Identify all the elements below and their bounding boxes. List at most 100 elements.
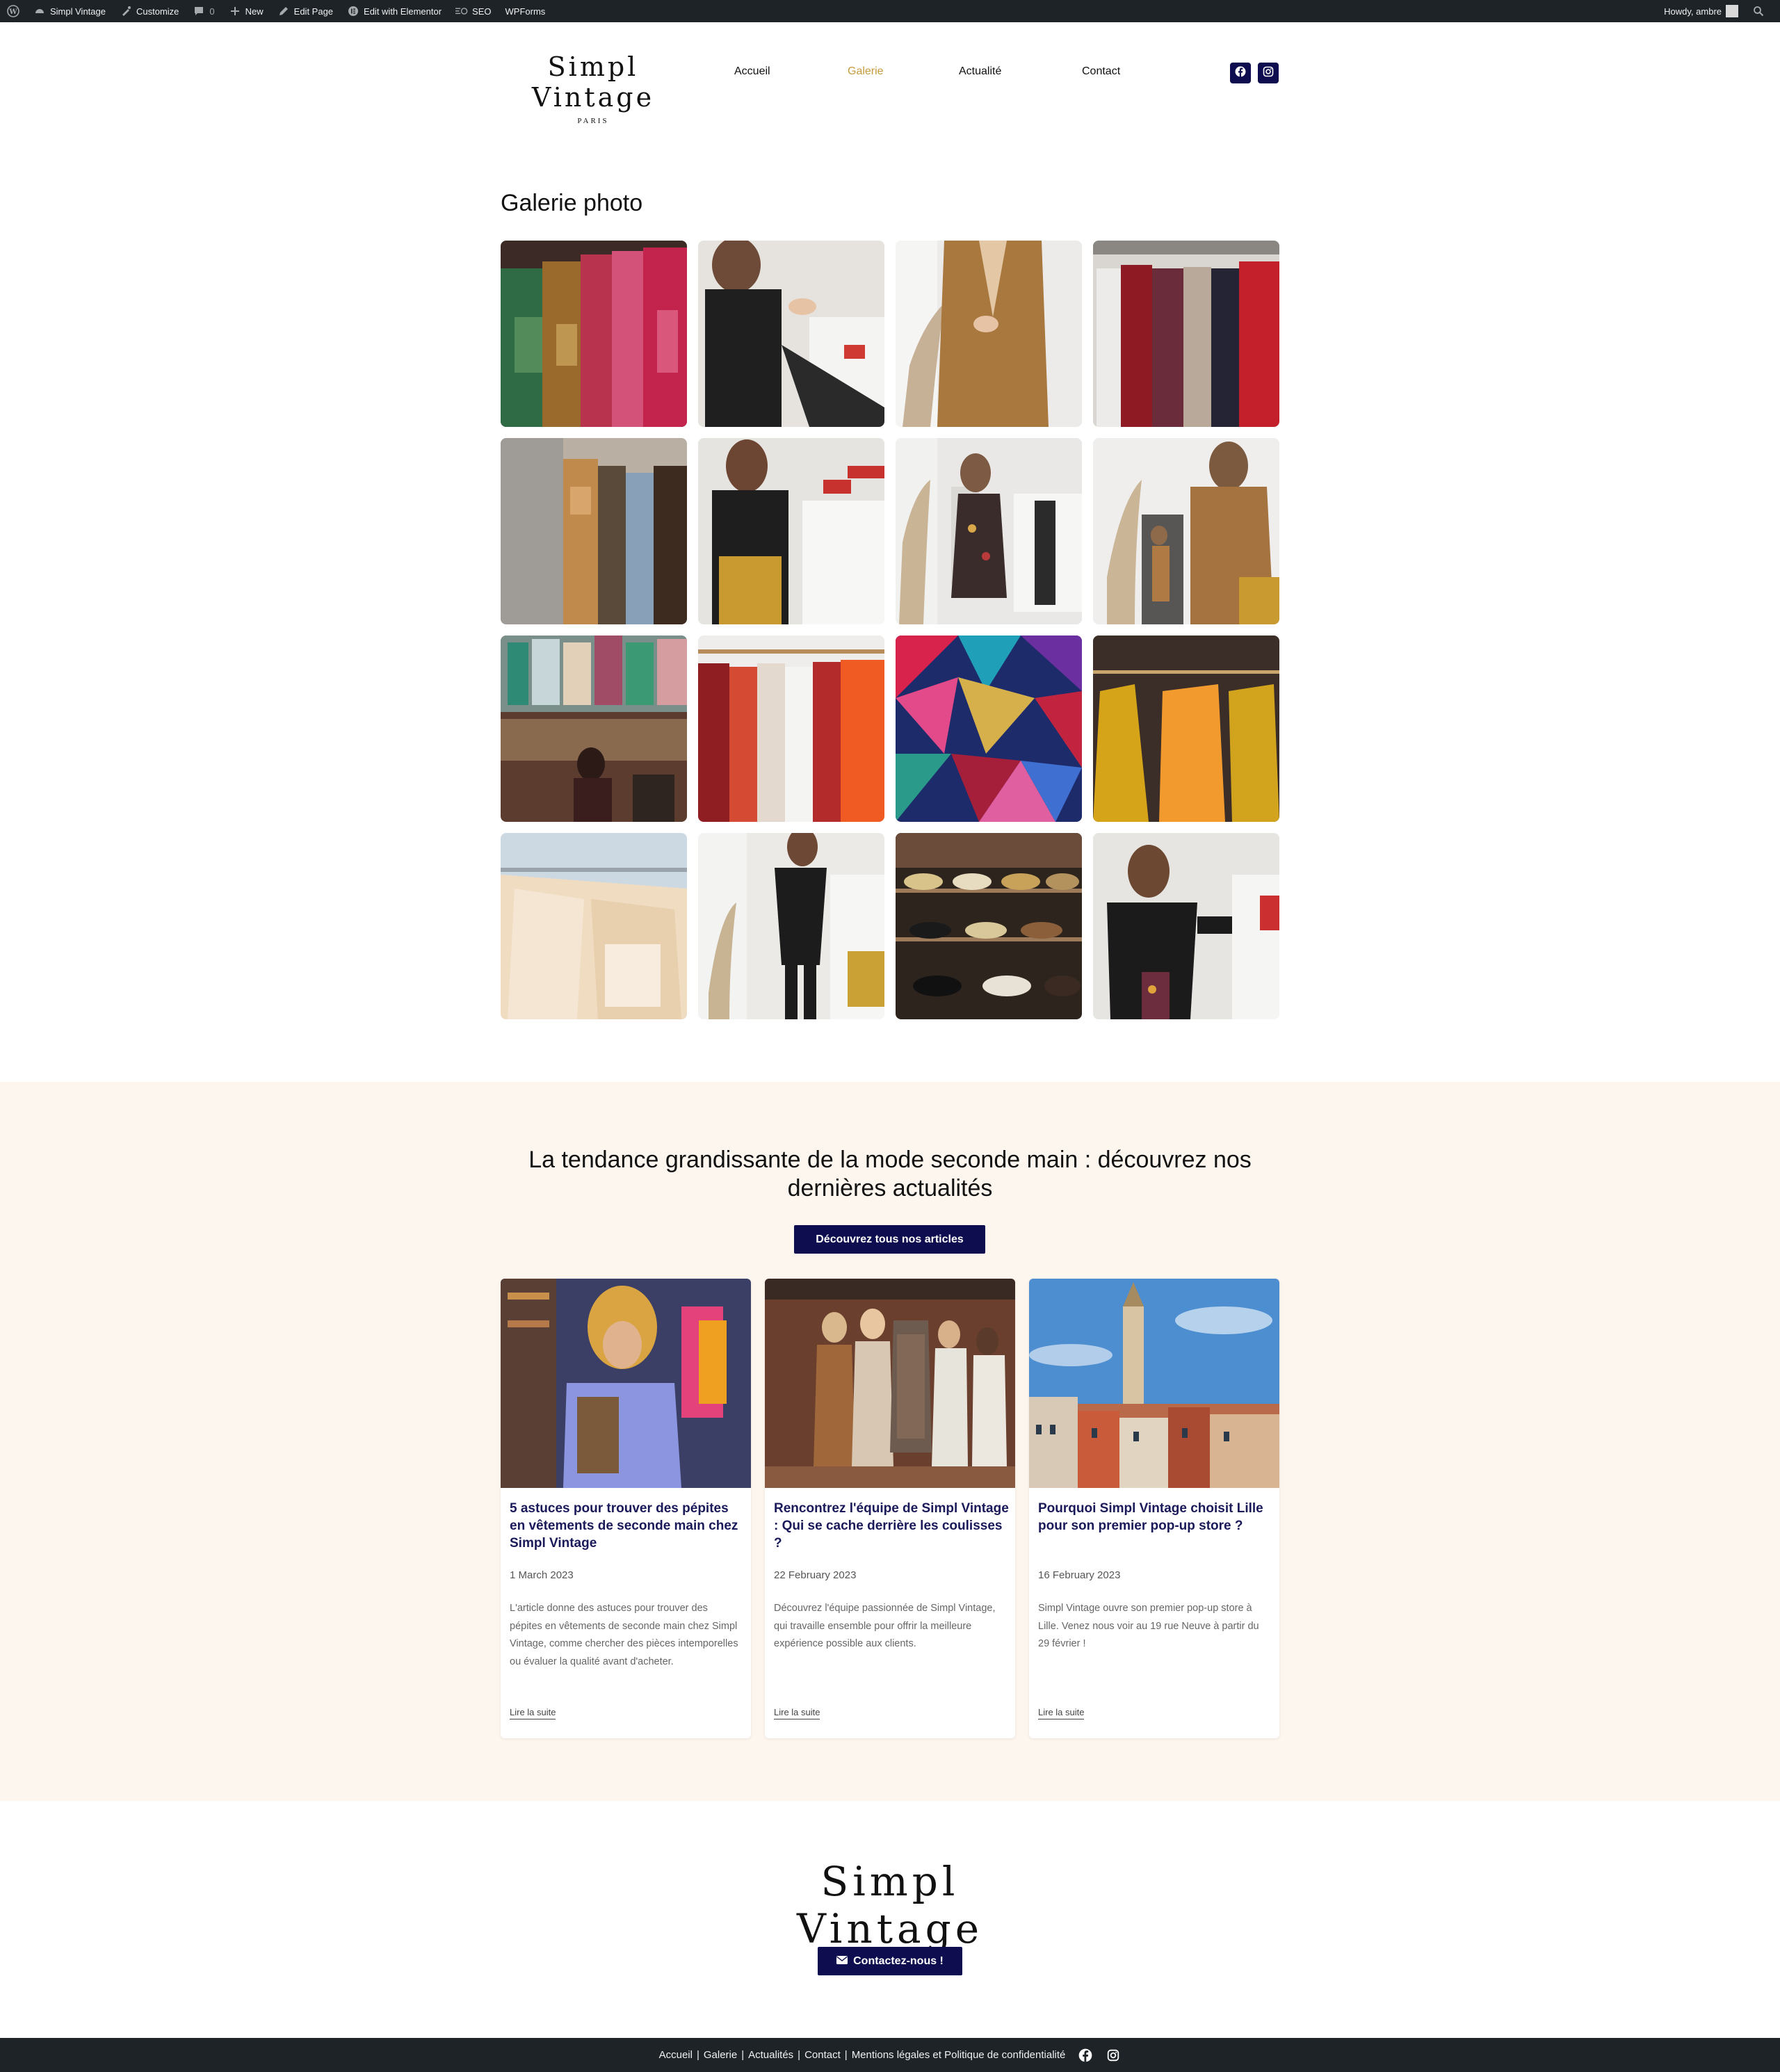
article-image-shopping: [501, 1279, 751, 1488]
news-section: La tendance grandissante de la mode seco…: [0, 1082, 1780, 1801]
footer-link-galerie[interactable]: Galerie: [704, 2049, 737, 2061]
wordpress-menu[interactable]: W: [0, 0, 26, 22]
gallery-photo[interactable]: [501, 241, 687, 427]
logo-name: Simpl Vintage: [531, 51, 655, 113]
gallery-photo[interactable]: [501, 438, 687, 624]
footer-facebook-icon[interactable]: [1078, 2048, 1093, 2063]
admin-edit-page[interactable]: Edit Page: [270, 0, 340, 22]
read-more-link[interactable]: Lire la suite: [510, 1707, 556, 1719]
nav-accueil[interactable]: Accueil: [734, 65, 770, 78]
gallery-photo[interactable]: [896, 636, 1082, 822]
read-more-link[interactable]: Lire la suite: [1038, 1707, 1085, 1719]
brush-icon: [120, 5, 132, 17]
svg-text:W: W: [8, 8, 17, 16]
gallery-photo[interactable]: [1093, 241, 1279, 427]
gallery-photo[interactable]: [698, 438, 884, 624]
colorful-shirts-image: [501, 241, 687, 427]
site-header: Simpl Vintage PARIS Accueil Galerie Actu…: [0, 22, 1780, 127]
admin-bar: W Simpl Vintage Customize 0 New Edit Pag…: [0, 0, 1780, 22]
wpforms-label: WPForms: [505, 6, 546, 17]
thrift-store-image: [501, 636, 687, 822]
nav-galerie[interactable]: Galerie: [848, 65, 884, 78]
woman-blazer-image: [698, 833, 884, 1019]
article-card[interactable]: 5 astuces pour trouver des pépites en vê…: [501, 1279, 751, 1738]
facebook-icon: [1235, 66, 1246, 81]
edit-page-label: Edit Page: [293, 6, 334, 17]
all-articles-button[interactable]: Découvrez tous nos articles: [794, 1225, 985, 1254]
patchwork-image: [896, 636, 1082, 822]
gallery-photo[interactable]: [501, 833, 687, 1019]
gallery-photo[interactable]: [501, 636, 687, 822]
article-card[interactable]: Pourquoi Simpl Vintage choisit Lille pou…: [1029, 1279, 1279, 1738]
footer-separator: |: [844, 2049, 848, 2061]
admin-seo[interactable]: SEO: [448, 0, 498, 22]
admin-customize[interactable]: Customize: [113, 0, 186, 22]
seo-icon: [455, 5, 468, 17]
site-name-label: Simpl Vintage: [50, 6, 106, 17]
instagram-button[interactable]: [1258, 63, 1279, 83]
article-title[interactable]: Rencontrez l'équipe de Simpl Vintage : Q…: [774, 1500, 1009, 1552]
admin-comments[interactable]: 0: [186, 0, 221, 22]
footer-link-contact[interactable]: Contact: [804, 2049, 841, 2061]
gallery-photo[interactable]: [1093, 833, 1279, 1019]
gallery-photo[interactable]: [896, 833, 1082, 1019]
nav-actualite[interactable]: Actualité: [959, 65, 1001, 78]
plus-icon: [229, 5, 241, 17]
gallery-photo[interactable]: [698, 636, 884, 822]
pencil-icon: [277, 5, 290, 17]
article-date: 22 February 2023: [774, 1569, 857, 1581]
gallery-photo[interactable]: [896, 241, 1082, 427]
footer-separator: |: [798, 2049, 801, 2061]
gallery-photo[interactable]: [698, 241, 884, 427]
gallery-title: Galerie photo: [501, 190, 643, 216]
gallery-photo[interactable]: [1093, 636, 1279, 822]
admin-wpforms[interactable]: WPForms: [499, 0, 553, 22]
article-card[interactable]: Rencontrez l'équipe de Simpl Vintage : Q…: [765, 1279, 1015, 1738]
pastel-hangers-image: [501, 833, 687, 1019]
tan-suit-image: [896, 241, 1082, 427]
gallery-photo[interactable]: [1093, 438, 1279, 624]
comments-count: 0: [209, 6, 215, 17]
footer-separator: |: [696, 2049, 699, 2061]
gallery-photo[interactable]: [896, 438, 1082, 624]
footer-logo-name: Simpl Vintage: [796, 1858, 984, 1952]
admin-site-name[interactable]: Simpl Vintage: [26, 0, 113, 22]
envelope-icon: [836, 1955, 848, 1968]
woman-floral-image: [896, 438, 1082, 624]
footer-link-actualites[interactable]: Actualités: [748, 2049, 793, 2061]
admin-search[interactable]: [1745, 0, 1772, 22]
admin-new[interactable]: New: [222, 0, 270, 22]
yellow-tops-image: [1093, 636, 1279, 822]
footer-links: Accueil | Galerie | Actualités | Contact…: [659, 2049, 1066, 2061]
gallery-grid: [501, 241, 1279, 1021]
customize-label: Customize: [136, 6, 179, 17]
instagram-icon: [1263, 66, 1274, 81]
admin-edit-elementor[interactable]: Edit with Elementor: [340, 0, 448, 22]
news-title: La tendance grandissante de la mode seco…: [528, 1147, 1252, 1201]
facebook-button[interactable]: [1230, 63, 1251, 83]
vintage-shoes-image: [896, 833, 1082, 1019]
avatar: [1726, 5, 1738, 17]
woman-browsing-image: [698, 241, 884, 427]
search-icon: [1752, 5, 1765, 17]
gallery-photo[interactable]: [698, 833, 884, 1019]
article-title[interactable]: 5 astuces pour trouver des pépites en vê…: [510, 1500, 745, 1552]
new-label: New: [245, 6, 264, 17]
article-image-team: [765, 1279, 1015, 1488]
admin-account[interactable]: Howdy, ambre: [1657, 0, 1745, 22]
dashboard-icon: [33, 5, 46, 17]
footer-link-legal[interactable]: Mentions légales et Politique de confide…: [852, 2049, 1066, 2061]
seo-label: SEO: [472, 6, 492, 17]
nav-contact[interactable]: Contact: [1082, 65, 1120, 78]
woman-yellow-image: [698, 438, 884, 624]
elementor-icon: [347, 5, 359, 17]
site-logo[interactable]: Simpl Vintage PARIS: [500, 51, 686, 125]
logo-subtitle: PARIS: [577, 117, 609, 125]
footer-bar: Accueil | Galerie | Actualités | Contact…: [0, 2038, 1780, 2072]
footer-link-accueil[interactable]: Accueil: [659, 2049, 693, 2061]
contact-button[interactable]: Contactez-nous !: [818, 1947, 962, 1975]
read-more-link[interactable]: Lire la suite: [774, 1707, 820, 1719]
red-coats-image: [1093, 241, 1279, 427]
footer-instagram-icon[interactable]: [1106, 2048, 1121, 2063]
article-title[interactable]: Pourquoi Simpl Vintage choisit Lille pou…: [1038, 1500, 1273, 1535]
